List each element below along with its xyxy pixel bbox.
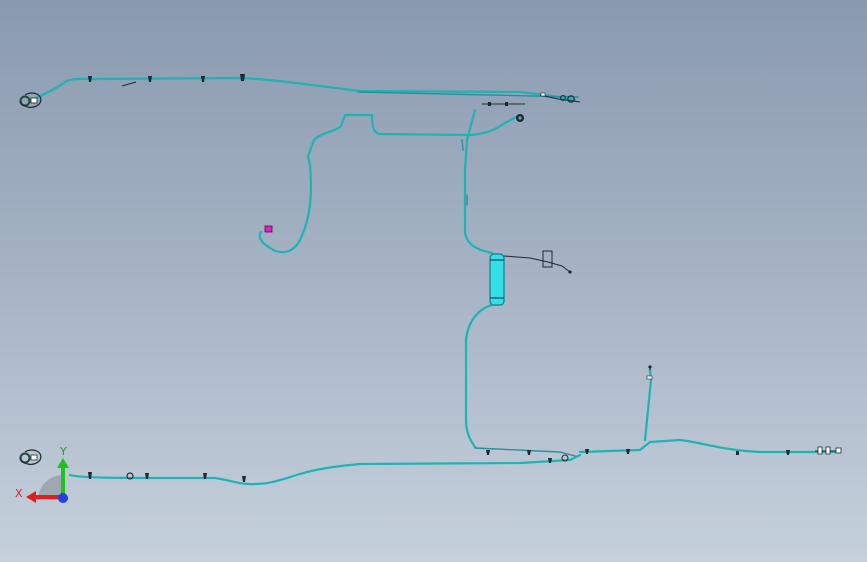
triad-x-label: X (15, 487, 23, 500)
triad-y-label: Y (59, 445, 67, 458)
lower-left-end-fitting[interactable] (19, 449, 42, 465)
lower-tube-route[interactable] (68, 438, 842, 486)
triad-z-axis-dot (58, 493, 68, 503)
upper-branch-loop[interactable] (258, 102, 525, 254)
triad-y-arrow-icon (57, 458, 69, 468)
upper-tube-route[interactable] (28, 76, 579, 103)
vertical-trunk-route[interactable] (461, 108, 494, 449)
magenta-end-marker[interactable] (264, 225, 273, 233)
upper-left-end-fitting[interactable] (19, 92, 42, 108)
cad-graphics-viewport[interactable]: Y X (0, 0, 867, 562)
triad-x-arrow-icon (26, 491, 36, 503)
filter-canister[interactable] (489, 250, 572, 306)
lower-right-riser[interactable] (643, 365, 653, 442)
upper-clips[interactable] (88, 74, 245, 87)
lower-right-end-connector[interactable] (815, 446, 842, 455)
